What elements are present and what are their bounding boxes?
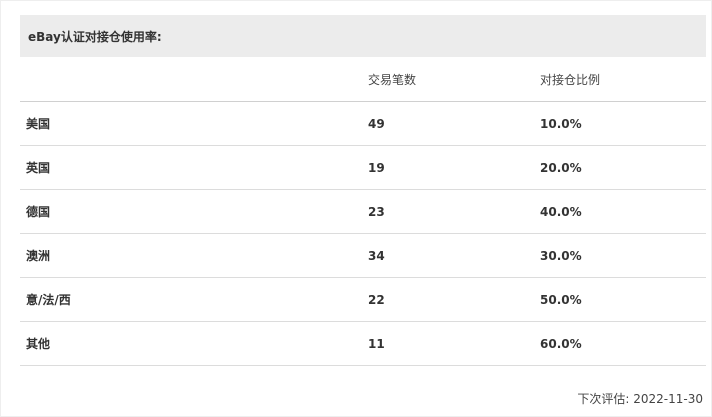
transactions-cell: 22 [368,292,385,307]
table-row: 英国 19 20.0% [20,146,706,190]
ratio-cell: 40.0% [540,204,582,219]
column-header-transactions: 交易笔数 [368,72,417,87]
region-cell: 意/法/西 [26,293,71,307]
table-row: 德国 23 40.0% [20,190,706,234]
table-row: 澳洲 34 30.0% [20,234,706,278]
ratio-cell: 20.0% [540,160,582,175]
column-header-ratio: 对接仓比例 [540,72,601,87]
warehouse-usage-card: eBay认证对接仓使用率: 交易笔数 对接仓比例 美国 49 10.0% 英国 … [0,0,712,417]
region-cell: 德国 [26,205,51,219]
transactions-cell: 34 [368,248,385,263]
table-row: 意/法/西 22 50.0% [20,278,706,322]
transactions-cell: 11 [368,336,385,351]
next-evaluation-date: 下次评估: 2022-11-30 [577,392,703,406]
region-cell: 澳洲 [26,249,51,263]
ratio-cell: 50.0% [540,292,582,307]
region-cell: 其他 [26,337,51,351]
region-cell: 英国 [26,161,51,175]
table-header-row: 交易笔数 对接仓比例 [20,57,706,102]
ratio-cell: 10.0% [540,116,582,131]
region-cell: 美国 [26,117,51,131]
transactions-cell: 19 [368,160,385,175]
ratio-cell: 60.0% [540,336,582,351]
panel-title: eBay认证对接仓使用率: [20,15,706,57]
table-row: 美国 49 10.0% [20,102,706,146]
transactions-cell: 49 [368,116,385,131]
table-row: 其他 11 60.0% [20,322,706,366]
transactions-cell: 23 [368,204,385,219]
ratio-cell: 30.0% [540,248,582,263]
usage-table: 交易笔数 对接仓比例 美国 49 10.0% 英国 19 20.0% 德国 23… [20,57,706,366]
